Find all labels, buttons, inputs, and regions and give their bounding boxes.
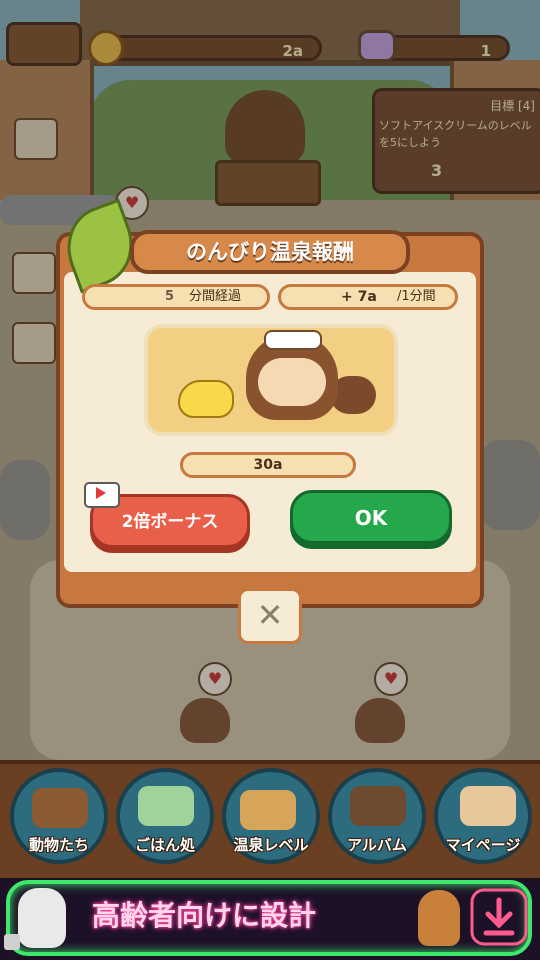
- elapsed-label: 分間経過: [189, 289, 242, 304]
- rate-pill: + 7a /1分間: [278, 284, 458, 310]
- download-icon[interactable]: [470, 888, 528, 946]
- reward-total: 30a: [180, 452, 356, 478]
- modal-title: のんびり温泉報酬: [130, 230, 410, 274]
- nav-label-album: アルバム: [347, 836, 407, 854]
- gingerbread-icon: [418, 890, 460, 946]
- nav-label-food: ごはん処: [134, 836, 195, 854]
- towel-icon: [264, 330, 322, 350]
- nav-label-animals: 動物たち: [28, 836, 89, 854]
- rubber-duck-icon: [178, 380, 234, 418]
- nav-label-onsen-level: 温泉レベル: [233, 836, 309, 854]
- onsen-level-icon: [240, 790, 296, 830]
- rate-value: + 7a: [341, 289, 377, 305]
- album-icon: [350, 786, 406, 826]
- raccoon-face: [258, 358, 326, 406]
- rate-label: /1分間: [397, 289, 436, 304]
- food-icon: [138, 786, 194, 826]
- close-button[interactable]: ✕: [238, 588, 302, 644]
- elapsed-time-pill: 5 分間経過: [82, 284, 270, 310]
- play-icon: [96, 487, 106, 499]
- nav-label-mypage: マイページ: [445, 836, 521, 854]
- elapsed-value: 5: [165, 289, 175, 304]
- ad-text: 高齢者向けに設計: [92, 899, 317, 932]
- ad-info-icon[interactable]: [4, 934, 20, 950]
- mypage-icon: [460, 786, 516, 826]
- ok-button[interactable]: OK: [290, 490, 452, 544]
- animals-icon: [32, 788, 88, 828]
- snowman-icon: [18, 888, 66, 948]
